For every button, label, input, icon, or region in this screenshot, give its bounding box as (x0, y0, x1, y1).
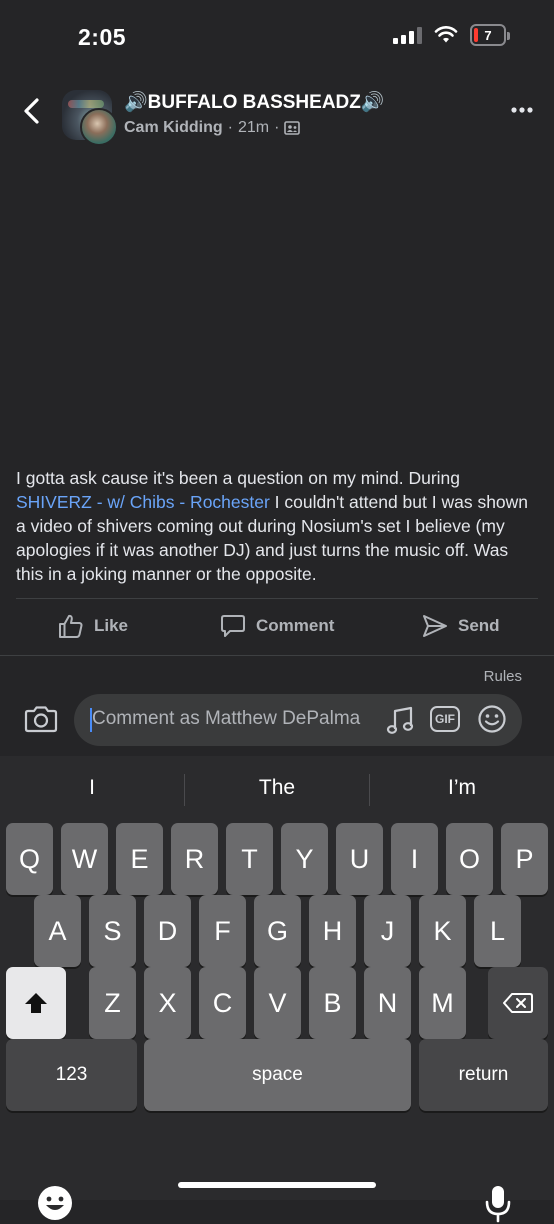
shift-arrow-icon (25, 993, 47, 1013)
camera-icon[interactable] (24, 704, 58, 734)
predictive-suggestions: I The I’m (0, 768, 554, 808)
meta-separator: · (274, 119, 280, 136)
comment-label: Comment (256, 616, 335, 635)
status-icons: 7 (393, 24, 510, 46)
backspace-icon (503, 993, 533, 1013)
delete-key[interactable] (488, 967, 548, 1039)
event-link[interactable]: SHIVERZ - w/ Chibs - Rochester (16, 492, 270, 512)
key-p[interactable]: P (501, 823, 548, 895)
post-text-start: I gotta ask cause it's been a question o… (16, 468, 461, 488)
space-key[interactable]: space (144, 1039, 411, 1111)
send-icon (423, 615, 447, 637)
comment-icon (221, 615, 245, 637)
key-b[interactable]: B (309, 967, 356, 1039)
send-label: Send (458, 616, 500, 635)
back-arrow-icon[interactable] (18, 96, 46, 126)
key-v[interactable]: V (254, 967, 301, 1039)
wifi-icon (434, 26, 458, 43)
battery-icon: 7 (470, 24, 510, 46)
key-t[interactable]: T (226, 823, 273, 895)
send-button[interactable]: Send (422, 606, 500, 646)
key-m[interactable]: M (419, 967, 466, 1039)
key-y[interactable]: Y (281, 823, 328, 895)
gif-button[interactable]: GIF (430, 706, 460, 732)
key-o[interactable]: O (446, 823, 493, 895)
group-name[interactable]: 🔊BUFFALO BASSHEADZ🔊 (124, 90, 385, 114)
comment-field[interactable]: GIF (74, 694, 522, 746)
post-actions: Like Comment Send (0, 606, 554, 646)
key-u[interactable]: U (336, 823, 383, 895)
group-privacy-icon (284, 121, 301, 135)
like-button[interactable]: Like (58, 606, 128, 646)
more-options-icon[interactable] (510, 100, 534, 120)
comment-button[interactable]: Comment (220, 606, 334, 646)
author-name[interactable]: Cam Kidding (124, 119, 223, 137)
suggestion-3[interactable]: I’m (370, 768, 554, 808)
key-l[interactable]: L (474, 895, 521, 967)
key-d[interactable]: D (144, 895, 191, 967)
key-c[interactable]: C (199, 967, 246, 1039)
emoji-icon[interactable] (477, 704, 507, 734)
key-h[interactable]: H (309, 895, 356, 967)
post-time: 21m (238, 119, 270, 136)
key-a[interactable]: A (34, 895, 81, 967)
suggestion-1[interactable]: I (0, 768, 184, 808)
status-bar: 2:05 7 (0, 0, 554, 72)
status-time: 2:05 (78, 24, 127, 50)
shift-key[interactable] (6, 967, 66, 1039)
like-label: Like (94, 616, 129, 635)
home-indicator[interactable] (178, 1182, 376, 1188)
microphone-icon[interactable] (484, 1184, 512, 1224)
key-w[interactable]: W (61, 823, 108, 895)
meta-separator: · (227, 119, 233, 136)
key-e[interactable]: E (116, 823, 163, 895)
key-x[interactable]: X (144, 967, 191, 1039)
divider (16, 598, 538, 599)
battery-level: 7 (484, 27, 492, 43)
thumbs-up-icon (59, 614, 83, 638)
key-n[interactable]: N (364, 967, 411, 1039)
comment-input[interactable] (92, 708, 392, 730)
emoji-keyboard-icon[interactable] (36, 1184, 74, 1222)
keyboard: I The I’m Q W E R T Y U I O P A S D F G … (0, 756, 554, 1223)
key-q[interactable]: Q (6, 823, 53, 895)
suggestion-2[interactable]: The (185, 768, 369, 808)
key-f[interactable]: F (199, 895, 246, 967)
key-k[interactable]: K (419, 895, 466, 967)
cellular-signal-icon (393, 26, 422, 44)
comment-composer: Rules GIF (0, 656, 554, 756)
return-key[interactable]: return (419, 1039, 548, 1111)
post-header: 🔊BUFFALO BASSHEADZ🔊 Cam Kidding · 21m · (0, 86, 554, 156)
post-text: I gotta ask cause it's been a question o… (16, 466, 538, 586)
numbers-key[interactable]: 123 (6, 1039, 137, 1111)
key-j[interactable]: J (364, 895, 411, 967)
author-avatar[interactable] (80, 108, 118, 146)
key-z[interactable]: Z (89, 967, 136, 1039)
post-meta: Cam Kidding · 21m · (124, 119, 301, 137)
key-g[interactable]: G (254, 895, 301, 967)
key-s[interactable]: S (89, 895, 136, 967)
key-r[interactable]: R (171, 823, 218, 895)
rules-link[interactable]: Rules (484, 668, 522, 685)
key-i[interactable]: I (391, 823, 438, 895)
music-note-icon[interactable] (386, 706, 414, 736)
